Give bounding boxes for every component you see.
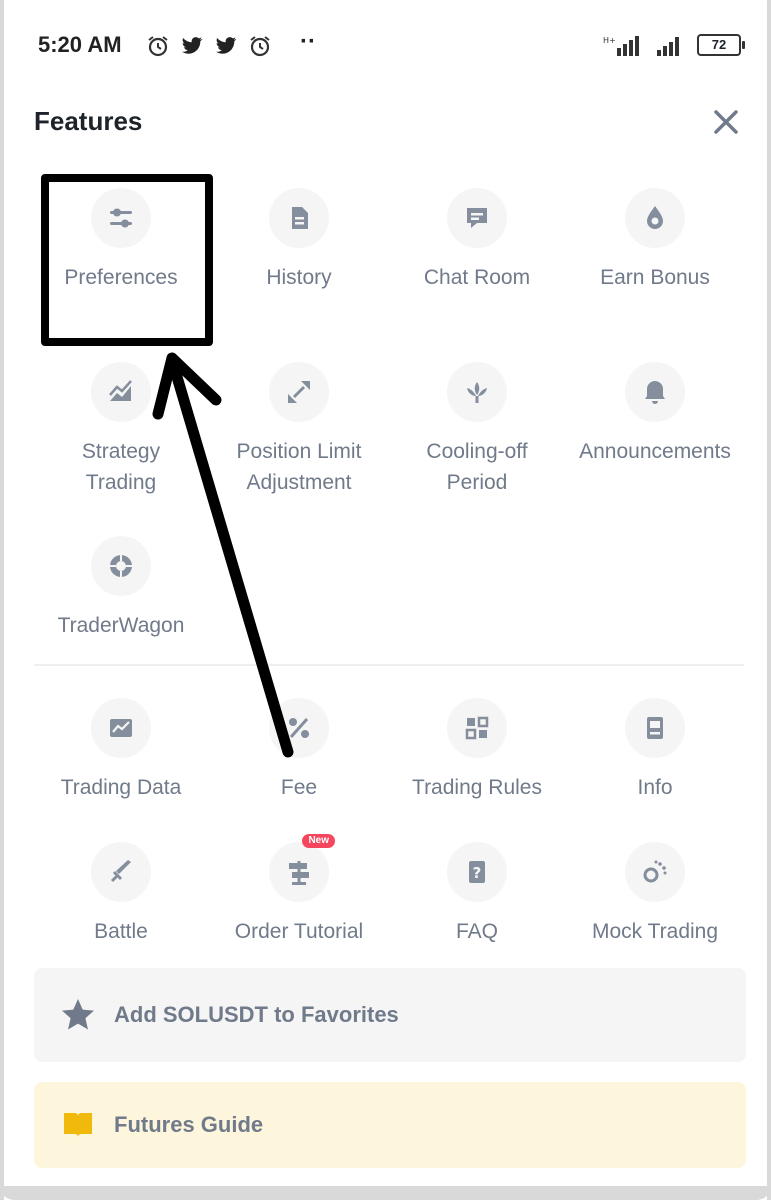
document-icon <box>269 188 329 248</box>
signal-icon: H+ <box>603 36 639 56</box>
feature-position-limit-adjustment[interactable]: Position Limit Adjustment <box>210 362 388 498</box>
expand-icon <box>269 362 329 422</box>
chat-icon <box>447 188 507 248</box>
feature-info[interactable]: Info <box>566 698 744 803</box>
rules-grid-icon <box>447 698 507 758</box>
feature-trading-rules[interactable]: Trading Rules <box>388 698 566 803</box>
signpost-icon: New <box>269 834 335 902</box>
feature-label: Fee <box>280 776 318 799</box>
feature-label: History <box>266 266 332 289</box>
feature-order-tutorial[interactable]: New Order Tutorial <box>210 834 388 947</box>
feature-preferences[interactable]: Preferences <box>32 188 210 293</box>
feature-trading-data[interactable]: Trading Data <box>32 698 210 803</box>
frame-edge-left <box>0 0 4 1200</box>
futures-guide-button[interactable]: Futures Guide <box>34 1082 746 1168</box>
signal-icon <box>657 37 679 56</box>
sliders-icon <box>91 188 151 248</box>
feature-label: Strategy Trading <box>81 440 161 494</box>
close-icon[interactable] <box>708 104 744 140</box>
feature-label: Preferences <box>64 266 178 289</box>
faq-doc-icon: ? <box>447 842 507 902</box>
feature-label: FAQ <box>455 920 498 943</box>
section-divider <box>34 664 744 666</box>
status-more-dots: ·· <box>300 28 316 55</box>
feature-announcements[interactable]: Announcements <box>566 362 744 467</box>
sword-icon <box>91 842 151 902</box>
feature-history[interactable]: History <box>210 188 388 293</box>
info-doc-icon <box>625 698 685 758</box>
feature-label: Info <box>637 776 673 799</box>
star-icon <box>62 999 94 1030</box>
book-icon <box>64 1113 92 1137</box>
new-badge: New <box>302 834 335 848</box>
add-to-favorites-button[interactable]: Add SOLUSDT to Favorites <box>34 968 746 1062</box>
lotus-icon <box>447 362 507 422</box>
frame-edge-right <box>767 0 771 1200</box>
feature-label: Trading Rules <box>412 776 542 799</box>
alarm-icon <box>148 36 168 57</box>
feature-label: Order Tutorial <box>234 920 364 943</box>
status-notification-icons <box>146 34 272 58</box>
feature-label: Trading Data <box>60 776 182 799</box>
feature-label: Cooling-off Period <box>426 440 528 494</box>
mock-icon <box>625 842 685 902</box>
futures-guide-label: Futures Guide <box>114 1112 264 1137</box>
battery-indicator: 72 <box>697 34 745 56</box>
feature-mock-trading[interactable]: Mock Trading <box>566 842 744 947</box>
feature-cooling-off-period[interactable]: Cooling-off Period <box>388 362 566 498</box>
feature-battle[interactable]: Battle <box>32 842 210 947</box>
favorites-label: Add SOLUSDT to Favorites <box>114 1002 399 1027</box>
feature-fee[interactable]: Fee <box>210 698 388 803</box>
frame-edge-bottom <box>0 1186 771 1200</box>
feature-traderwagon[interactable]: TraderWagon <box>32 536 210 641</box>
drop-icon <box>625 188 685 248</box>
twitter-icon <box>215 37 237 54</box>
panel-title: Features <box>34 106 143 136</box>
svg-text:H+: H+ <box>603 36 616 45</box>
alarm-icon <box>250 36 270 57</box>
feature-faq[interactable]: ? FAQ <box>388 842 566 947</box>
status-system-icons: H+ 72 <box>603 34 745 56</box>
feature-label: Chat Room <box>423 266 531 289</box>
data-chart-icon <box>91 698 151 758</box>
feature-label: Earn Bonus <box>600 266 710 289</box>
bell-icon <box>625 362 685 422</box>
status-time: 5:20 AM <box>38 32 122 57</box>
feature-earn-bonus[interactable]: Earn Bonus <box>566 188 744 293</box>
status-bar: 5:20 AM ·· H+ 72 <box>38 28 745 64</box>
svg-text:?: ? <box>473 864 482 882</box>
percent-icon <box>269 698 329 758</box>
feature-label: TraderWagon <box>57 614 185 637</box>
feature-chat-room[interactable]: Chat Room <box>388 188 566 293</box>
feature-label: Announcements <box>579 440 731 463</box>
feature-label: Position Limit Adjustment <box>236 440 362 494</box>
feature-strategy-trading[interactable]: Strategy Trading <box>32 362 210 498</box>
feature-label: Battle <box>94 920 148 943</box>
twitter-icon <box>181 37 203 54</box>
feature-label: Mock Trading <box>591 920 719 943</box>
chart-trend-icon <box>91 362 151 422</box>
wagon-icon <box>91 536 151 596</box>
